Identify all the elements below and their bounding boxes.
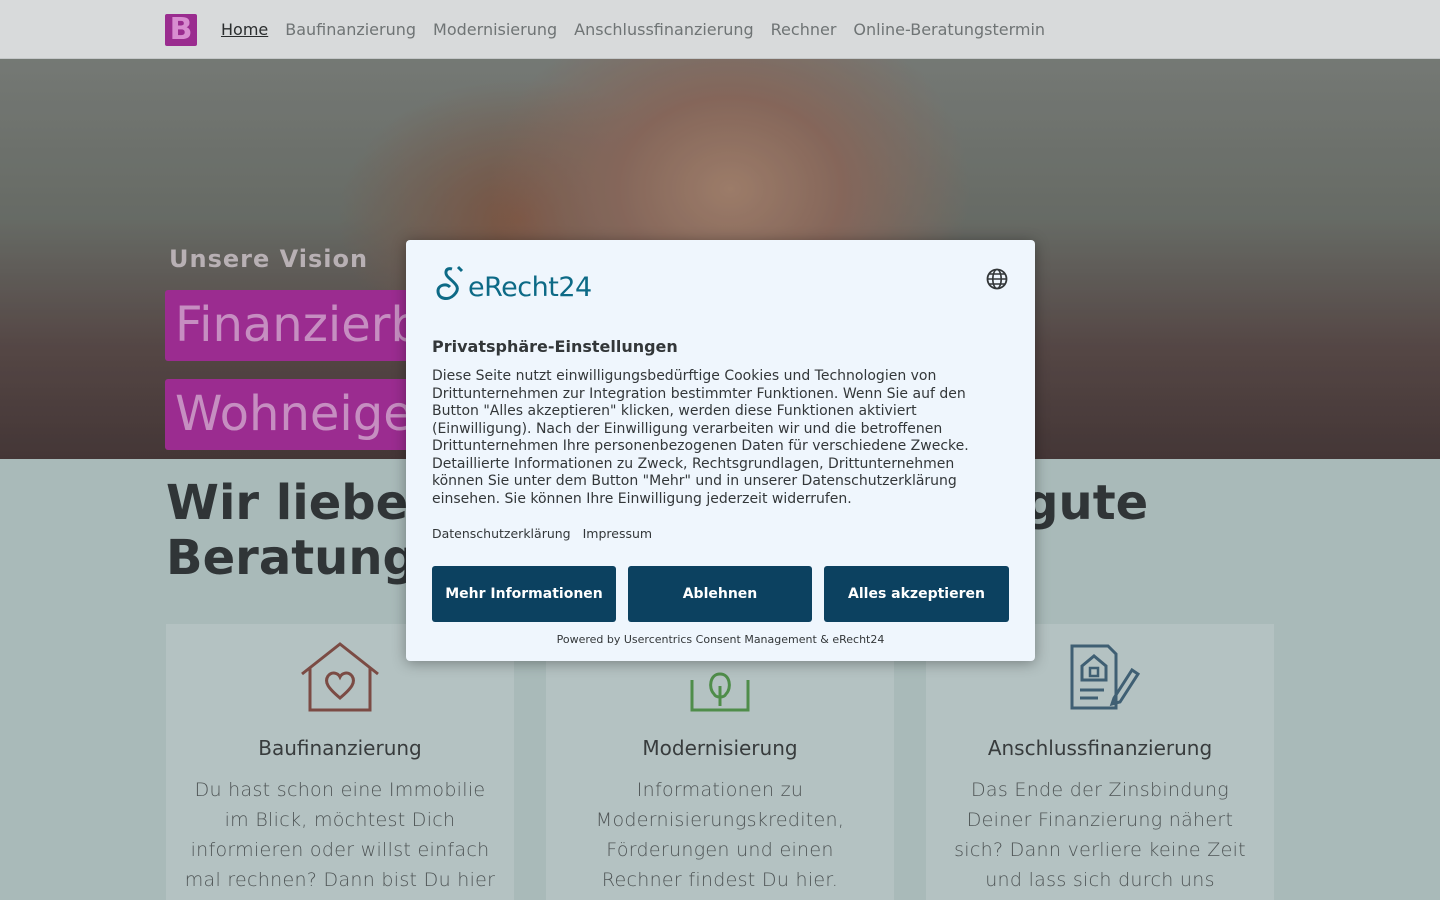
language-globe-icon[interactable] [985, 267, 1009, 291]
privacy-policy-link[interactable]: Datenschutzerklärung [432, 526, 571, 541]
accept-all-button[interactable]: Alles akzeptieren [824, 566, 1009, 622]
erecht24-mark-icon [436, 265, 464, 300]
imprint-link[interactable]: Impressum [583, 526, 652, 541]
erecht24-logo: eRecht24 [432, 265, 592, 303]
consent-links: Datenschutzerklärung Impressum [432, 526, 652, 541]
powered-by-text: Powered by Usercentrics Consent Manageme… [556, 633, 885, 646]
erecht24-wordmark: eRecht24 [468, 272, 592, 303]
consent-description: Diese Seite nutzt einwilligungsbedürftig… [432, 368, 969, 507]
more-information-button[interactable]: Mehr Informationen [432, 566, 616, 622]
deny-button[interactable]: Ablehnen [628, 566, 812, 622]
consent-title: Privatsphäre-Einstellungen [432, 337, 678, 356]
